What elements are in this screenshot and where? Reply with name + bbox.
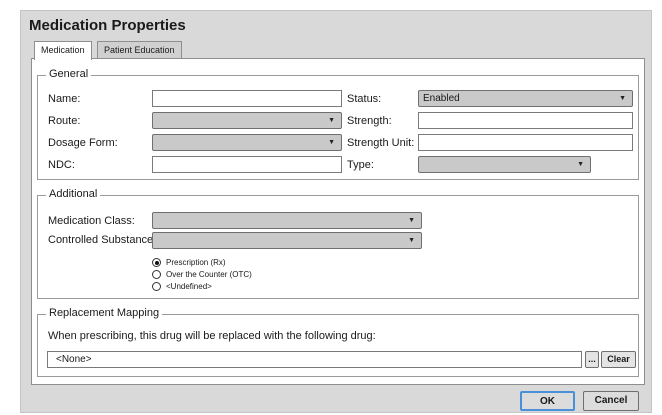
- name-label: Name:: [48, 93, 81, 105]
- ok-button[interactable]: OK: [520, 391, 575, 411]
- strength-label: Strength:: [347, 115, 392, 127]
- controlled-substance-select[interactable]: ▼: [152, 232, 422, 249]
- name-input[interactable]: [152, 90, 342, 107]
- ndc-label: NDC:: [48, 159, 75, 171]
- general-legend: General: [46, 68, 92, 80]
- tab-patient-education[interactable]: Patient Education: [97, 41, 182, 59]
- browse-button[interactable]: ...: [585, 351, 599, 368]
- tab-medication[interactable]: Medication: [34, 41, 92, 60]
- medication-class-label: Medication Class:: [48, 215, 135, 227]
- chevron-down-icon: ▼: [408, 217, 415, 224]
- replacement-instruction: When prescribing, this drug will be repl…: [48, 330, 376, 342]
- radio-prescription-label: Prescription (Rx): [166, 258, 226, 267]
- radio-prescription[interactable]: Prescription (Rx): [152, 258, 226, 268]
- status-select[interactable]: Enabled ▼: [418, 90, 633, 107]
- dosage-form-label: Dosage Form:: [48, 137, 118, 149]
- cancel-button[interactable]: Cancel: [583, 391, 639, 411]
- replacement-drug-field[interactable]: <None>: [47, 351, 582, 368]
- radio-unchecked-icon: [152, 282, 161, 292]
- radio-otc-label: Over the Counter (OTC): [166, 270, 252, 279]
- additional-group: Additional Medication Class: ▼ Controlle…: [37, 188, 639, 299]
- radio-unchecked-icon: [152, 270, 161, 280]
- replacement-mapping-legend: Replacement Mapping: [46, 307, 163, 319]
- strength-unit-input[interactable]: [418, 134, 633, 151]
- route-label: Route:: [48, 115, 81, 127]
- chevron-down-icon: ▼: [408, 237, 415, 244]
- strength-unit-label: Strength Unit:: [347, 137, 415, 149]
- medication-properties-dialog: Medication Properties Medication Patient…: [20, 10, 652, 413]
- dosage-form-select[interactable]: ▼: [152, 134, 342, 151]
- chevron-down-icon: ▼: [619, 95, 626, 102]
- chevron-down-icon: ▼: [577, 161, 584, 168]
- replacement-mapping-group: Replacement Mapping When prescribing, th…: [37, 307, 639, 377]
- type-select[interactable]: ▼: [418, 156, 591, 173]
- radio-undefined[interactable]: <Undefined>: [152, 282, 212, 292]
- ndc-input[interactable]: [152, 156, 342, 173]
- type-label: Type:: [347, 159, 374, 171]
- general-group: General Name: Route: ▼ Dosage Form: ▼ ND…: [37, 68, 639, 180]
- controlled-substance-label: Controlled Substance:: [48, 234, 157, 246]
- radio-undefined-label: <Undefined>: [166, 282, 212, 291]
- clear-button[interactable]: Clear: [601, 351, 636, 368]
- status-label: Status:: [347, 93, 382, 105]
- dialog-title: Medication Properties: [29, 17, 186, 34]
- route-select[interactable]: ▼: [152, 112, 342, 129]
- radio-checked-icon: [152, 258, 161, 268]
- additional-legend: Additional: [46, 188, 101, 200]
- chevron-down-icon: ▼: [328, 139, 335, 146]
- chevron-down-icon: ▼: [328, 117, 335, 124]
- strength-input[interactable]: [418, 112, 633, 129]
- radio-otc[interactable]: Over the Counter (OTC): [152, 270, 252, 280]
- medication-class-select[interactable]: ▼: [152, 212, 422, 229]
- status-value: Enabled: [423, 93, 460, 104]
- tab-panel-medication: General Name: Route: ▼ Dosage Form: ▼ ND…: [31, 58, 645, 385]
